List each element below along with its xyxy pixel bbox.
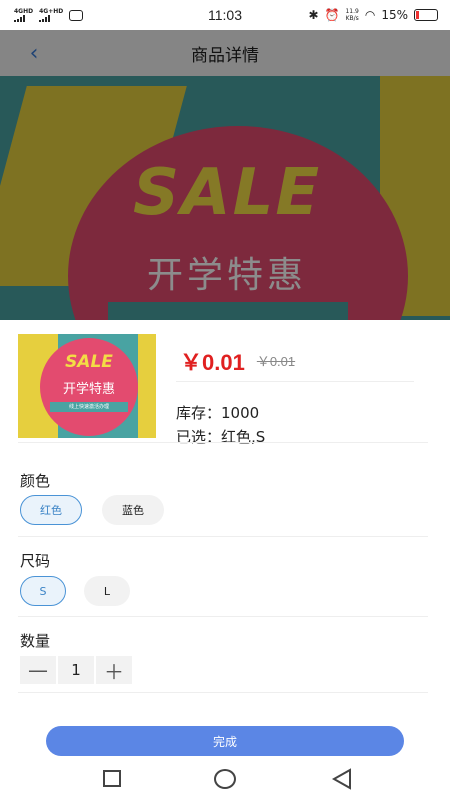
status-bar: 4GHD 4G+HD 11:03 ✱ ⏰ 11.9 KB/s ◠ 15% <box>0 0 450 30</box>
stock-text: 库存：1000 <box>176 404 260 422</box>
color-option-blue[interactable]: 蓝色 <box>102 495 164 525</box>
clock: 11:03 <box>208 7 242 23</box>
modal-overlay[interactable] <box>0 30 450 320</box>
system-nav-bar <box>0 760 450 800</box>
thumb-strip-text: 线上快速激活办理 <box>50 402 128 412</box>
divider <box>18 692 428 693</box>
thumb-promo-text: 开学特惠 <box>62 382 115 397</box>
speed-unit: KB/s <box>345 15 359 22</box>
size-title: 尺码 <box>20 552 51 570</box>
bluetooth-icon: ✱ <box>308 8 319 22</box>
battery-percent: 15% <box>381 8 408 22</box>
size-option-s[interactable]: S <box>20 576 66 606</box>
network-label-1: 4GHD <box>14 8 34 15</box>
speed-value: 11.9 <box>345 8 359 15</box>
alarm-icon: ⏰ <box>324 8 340 22</box>
vibrate-icon <box>69 9 84 21</box>
home-button[interactable] <box>214 769 236 789</box>
recent-apps-button[interactable] <box>103 770 121 787</box>
product-thumbnail: SALE 开学特惠 线上快速激活办理 <box>18 334 156 438</box>
current-price: ￥0.01 <box>180 349 245 375</box>
product-summary: SALE 开学特惠 线上快速激活办理 ￥0.01 ￥0.01 库存：1000 已… <box>18 334 432 446</box>
done-button[interactable]: 完成 <box>46 726 404 756</box>
wifi-icon: ◠ <box>364 8 376 22</box>
divider <box>18 536 428 537</box>
color-option-red[interactable]: 红色 <box>20 495 82 525</box>
network-speed: 11.9 KB/s <box>345 8 358 22</box>
increment-button[interactable]: ＋ <box>96 656 132 684</box>
battery-icon <box>414 9 438 21</box>
decrement-button[interactable]: — <box>20 656 56 684</box>
color-title: 颜色 <box>20 472 51 490</box>
original-price: ￥0.01 <box>256 354 296 369</box>
quantity-input[interactable]: 1 <box>58 656 94 684</box>
quantity-stepper: — 1 ＋ <box>20 656 136 684</box>
status-right: ✱ ⏰ 11.9 KB/s ◠ 15% <box>308 8 438 22</box>
thumb-yellow-right <box>138 334 156 438</box>
thumb-sale-text: SALE <box>65 352 113 372</box>
price-line: ￥0.01 ￥0.01 <box>176 340 414 382</box>
back-triangle-icon[interactable] <box>331 768 353 790</box>
signal-icon <box>39 15 51 22</box>
divider <box>18 442 428 443</box>
quantity-title: 数量 <box>20 632 51 650</box>
sku-sheet: SALE 开学特惠 线上快速激活办理 ￥0.01 ￥0.01 库存：1000 已… <box>0 320 450 760</box>
battery-fill <box>416 11 419 19</box>
network-indicator-1: 4GHD <box>14 8 33 22</box>
network-label-2: 4G+HD <box>39 8 64 15</box>
selected-text: 已选：红色,S <box>176 428 266 446</box>
size-option-l[interactable]: L <box>84 576 130 606</box>
status-left: 4GHD 4G+HD <box>14 8 84 22</box>
network-indicator-2: 4G+HD <box>39 8 63 22</box>
divider <box>18 616 428 617</box>
signal-icon <box>14 15 25 22</box>
